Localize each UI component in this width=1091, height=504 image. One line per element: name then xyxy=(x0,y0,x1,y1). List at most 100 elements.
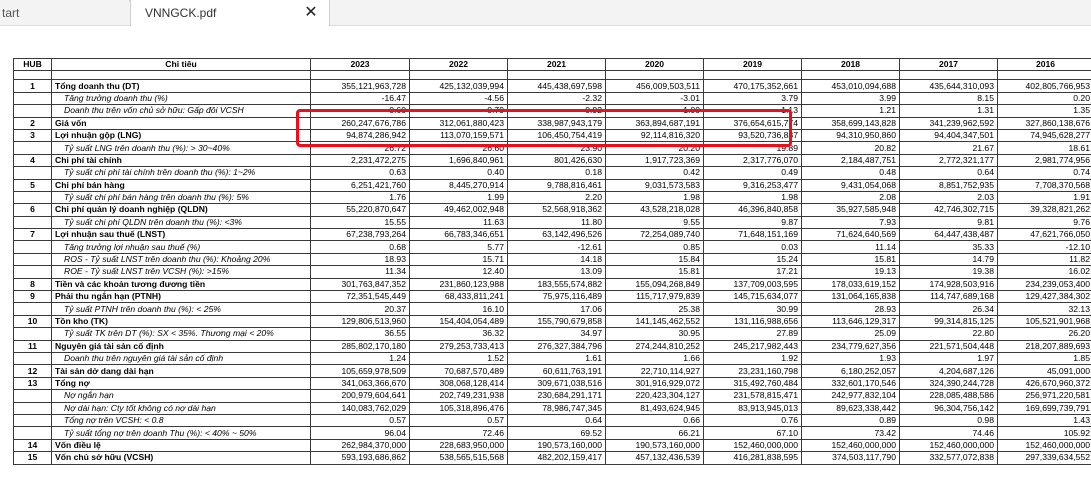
row-value-cell: 1.24 xyxy=(310,351,410,366)
row-value-cell: 45,091,000 xyxy=(997,364,1091,378)
row-value-cell: 274,244,810,252 xyxy=(605,339,704,354)
table-row: 7 Lợi nhuận sau thuế (LNST) 67,238,793,264… xyxy=(13,228,1091,242)
row-value-cell: 0.40 xyxy=(409,166,508,180)
row-value-cell: 2.03 xyxy=(899,190,998,205)
row-value-cell: 11.34 xyxy=(310,265,410,279)
row-value-cell: 376,654,615,774 xyxy=(703,116,802,130)
row-value-cell: 96,304,756,142 xyxy=(899,401,998,415)
row-value-cell: 137,709,003,595 xyxy=(703,277,802,292)
row-hub-number xyxy=(13,351,52,366)
row-value-cell: 131,064,165,838 xyxy=(801,290,900,304)
row-value-cell: 457,132,436,539 xyxy=(605,451,704,465)
row-value-cell: 11.80 xyxy=(507,215,606,230)
row-value-cell: 0.64 xyxy=(507,413,606,428)
row-value-cell: 55,220,870,647 xyxy=(310,203,410,217)
row-value-cell: 94,874,286,942 xyxy=(310,128,410,143)
row-hub-number: 5 xyxy=(13,178,52,192)
row-value-cell: 43,528,218,028 xyxy=(605,203,704,217)
close-icon[interactable]: ✕ xyxy=(303,0,319,26)
row-indicator-label: Chi phí tài chính xyxy=(51,153,311,168)
row-value-cell: 14.79 xyxy=(899,252,998,267)
row-value-cell: 200,979,604,641 xyxy=(310,389,410,403)
row-value-cell: 12.40 xyxy=(409,265,508,279)
financial-table: HUB Chỉ tiêu 2023 2022 2021 2020 2019 20… xyxy=(13,57,1091,465)
row-value-cell: 13.09 xyxy=(507,265,606,279)
row-value-cell: 9,316,253,477 xyxy=(703,178,802,192)
row-indicator-label: Tỷ suất TK trên DT (%): SX < 35%. Thương… xyxy=(51,327,311,341)
row-value-cell: 245,217,982,443 xyxy=(703,339,802,354)
row-value-cell: 113,646,129,317 xyxy=(801,314,900,329)
row-indicator-label: Chi phí quản lý doanh nghiệp (QLDN) xyxy=(51,203,311,217)
row-value-cell: 67.10 xyxy=(703,426,802,440)
row-value-cell: 73.42 xyxy=(801,426,900,440)
row-value-cell: 72,254,089,740 xyxy=(605,228,704,242)
row-value-cell: 242,977,832,104 xyxy=(801,389,900,403)
row-value-cell: 425,132,039,994 xyxy=(409,79,508,93)
row-value-cell: 341,239,962,592 xyxy=(899,116,998,130)
table-row: Nợ dài hạn: Cty tốt không có nợ dài hạn 1… xyxy=(13,401,1091,415)
header-year: 2016 xyxy=(997,57,1091,72)
row-value-cell: 74,945,628,277 xyxy=(997,128,1091,143)
pdf-page: HUB Chỉ tiêu 2023 2022 2021 2020 2019 20… xyxy=(0,26,1091,504)
row-value-cell: 456,009,503,511 xyxy=(605,79,704,93)
tab-start[interactable]: tart xyxy=(0,0,140,26)
table-row: Doanh thu trên vốn chủ sở hữu: Gấp đôi V… xyxy=(13,104,1091,118)
row-value-cell: 262,984,370,000 xyxy=(310,438,410,453)
table-row: 12 Tài sản dở dang dài hạn 105,659,978,509… xyxy=(13,364,1091,378)
row-value-cell: 2,317,776,070 xyxy=(703,153,802,168)
row-value-cell: 66.21 xyxy=(605,426,704,440)
row-value-cell: 129,427,384,302 xyxy=(997,290,1091,304)
row-value-cell: 105.92 xyxy=(997,426,1091,440)
row-value-cell: 35.33 xyxy=(899,240,998,254)
row-value-cell: 8.15 xyxy=(899,91,998,106)
table-row: 3 Lợi nhuận gộp (LNG) 94,874,286,942 113,07… xyxy=(13,128,1091,143)
table-row: 15 Vốn chủ sở hữu (VCSH) 593,193,686,862 53… xyxy=(13,451,1091,465)
row-value-cell: 78,986,747,345 xyxy=(507,401,606,415)
row-value-cell: 60,611,763,191 xyxy=(507,364,606,378)
row-hub-number: 2 xyxy=(13,116,52,130)
row-indicator-label: Phải thu ngắn hạn (PTNH) xyxy=(51,290,311,304)
row-hub-number xyxy=(13,401,52,415)
row-hub-number xyxy=(13,104,52,118)
row-value-cell: 105,318,896,476 xyxy=(409,401,508,415)
row-value-cell: 285,802,170,180 xyxy=(310,339,410,354)
row-value-cell: 14.18 xyxy=(507,252,606,267)
row-value-cell: 315,492,760,484 xyxy=(703,376,802,391)
row-value-cell: 1,696,840,961 xyxy=(409,153,508,168)
row-value-cell: 16.10 xyxy=(409,302,508,316)
row-value-cell: 470,175,352,661 xyxy=(703,79,802,93)
row-value-cell: 11.63 xyxy=(409,215,508,230)
tab-vnngck-pdf[interactable]: VNNGCK.pdf ✕ xyxy=(130,0,330,27)
row-value-cell: 190,573,160,000 xyxy=(605,438,704,453)
table-row: Tỷ suất chi phí bán hàng trên doanh thu … xyxy=(13,190,1091,205)
table-row: Tỷ suất TK trên DT (%): SX < 35%. Thương… xyxy=(13,327,1091,341)
row-value-cell: 20.37 xyxy=(310,302,410,316)
row-value-cell: 15.84 xyxy=(605,252,704,267)
header-year: 2019 xyxy=(703,57,802,72)
row-value-cell: 593,193,686,862 xyxy=(310,451,410,465)
row-value-cell: 2,772,321,177 xyxy=(899,153,998,168)
row-value-cell: 0.57 xyxy=(310,413,410,428)
row-value-cell: 15.81 xyxy=(605,265,704,279)
row-value-cell: 11.14 xyxy=(801,240,900,254)
row-value-cell: 71,648,151,169 xyxy=(703,228,802,242)
row-indicator-label: Chi phí bán hàng xyxy=(51,178,311,192)
row-value-cell: 1.35 xyxy=(997,104,1091,118)
row-value-cell: 9.76 xyxy=(997,215,1091,230)
row-value-cell: 0.98 xyxy=(899,413,998,428)
row-hub-number xyxy=(13,166,52,180)
row-indicator-label: Tài sản dở dang dài hạn xyxy=(51,364,311,378)
row-value-cell: 19.13 xyxy=(801,265,900,279)
row-value-cell: 26.34 xyxy=(899,302,998,316)
row-value-cell: 190,573,160,000 xyxy=(507,438,606,453)
row-indicator-label: Giá vốn xyxy=(51,116,311,130)
row-value-cell: 23,231,160,798 xyxy=(703,364,802,378)
row-value-cell: 220,423,304,127 xyxy=(605,389,704,403)
row-value-cell: 538,565,515,568 xyxy=(409,451,508,465)
row-value-cell: 1.85 xyxy=(997,351,1091,366)
row-value-cell: 276,327,384,796 xyxy=(507,339,606,354)
row-value-cell: 0.74 xyxy=(997,166,1091,180)
row-value-cell: 129,806,513,960 xyxy=(310,314,410,329)
row-value-cell: 22.80 xyxy=(899,327,998,341)
row-value-cell: 1.66 xyxy=(605,351,704,366)
